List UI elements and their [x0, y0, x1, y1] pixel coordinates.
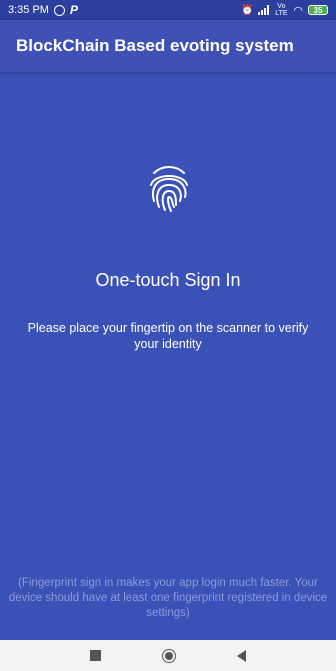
signal-icon — [258, 5, 270, 15]
battery-icon: 35 — [308, 5, 328, 15]
navigation-bar — [0, 640, 336, 671]
fingerprint-icon[interactable] — [148, 163, 190, 213]
status-left: 3:35 PM P — [8, 3, 78, 17]
status-time: 3:35 PM — [8, 4, 49, 16]
status-bar: 3:35 PM P ⏰ Vo LTE ◠ 35 — [0, 0, 336, 20]
wifi-icon: ◠ — [293, 4, 303, 17]
signin-description: Please place your fingertip on the scann… — [27, 321, 309, 351]
home-icon[interactable] — [161, 648, 176, 663]
status-right: ⏰ Vo LTE ◠ 35 — [241, 3, 328, 17]
alarm-off-icon: ⏰ — [240, 4, 254, 16]
whatsapp-icon — [53, 4, 65, 16]
footer-note: (Fingerprint sign in makes your app logi… — [8, 577, 328, 619]
back-icon[interactable] — [236, 649, 246, 662]
p-app-icon: P — [69, 3, 78, 17]
signin-title: One-touch Sign In — [95, 270, 241, 290]
app-title: BlockChain Based evoting system — [16, 36, 294, 55]
network-label: Vo LTE — [275, 3, 288, 17]
app-bar: BlockChain Based evoting system — [0, 20, 336, 72]
recents-icon[interactable] — [90, 650, 102, 661]
